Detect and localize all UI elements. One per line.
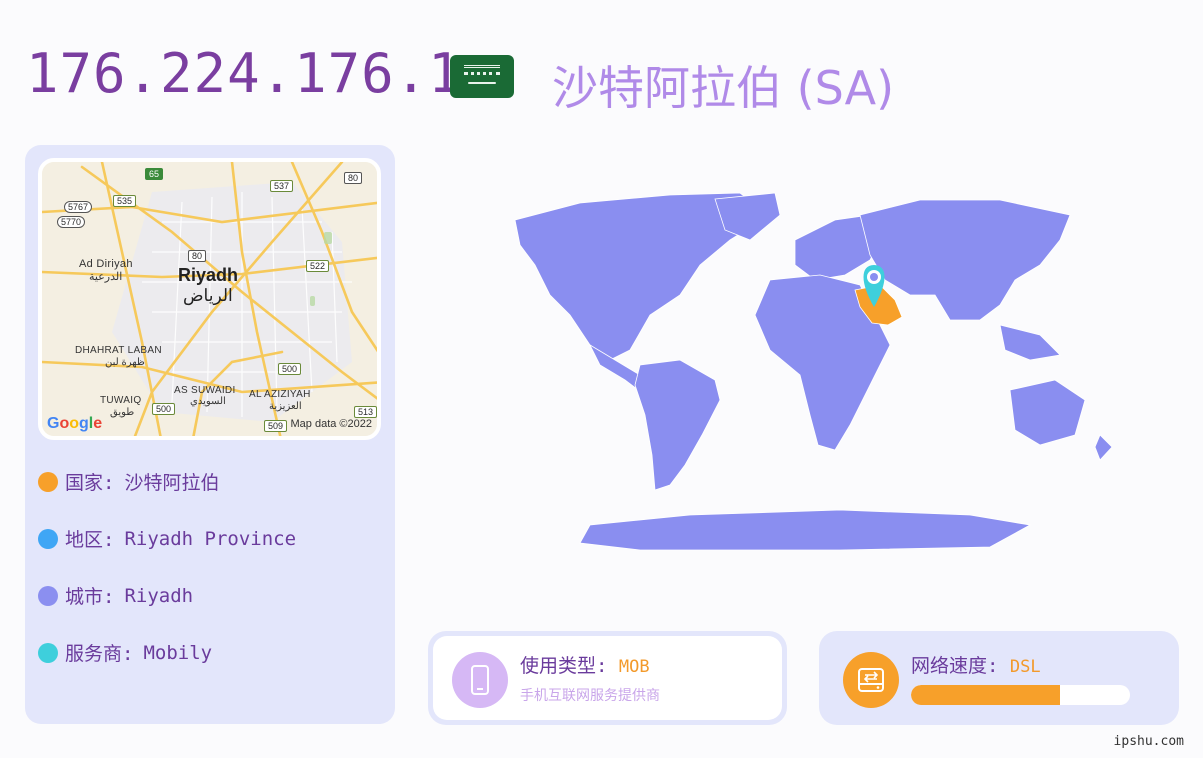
place-label: TUWAIQ bbox=[100, 395, 142, 406]
info-value: 沙特阿拉伯 bbox=[124, 472, 220, 494]
info-region: 地区: Riyadh Province bbox=[38, 525, 296, 552]
city-label-ar: الرياض bbox=[183, 286, 233, 305]
usage-type-title: 使用类型: MOB bbox=[520, 651, 650, 678]
site-watermark: ipshu.com bbox=[1113, 734, 1184, 749]
world-map bbox=[514, 192, 1113, 551]
ip-address: 176.224.176.1 bbox=[26, 42, 462, 105]
location-card: 65 537 80 5767 535 5770 80 522 500 500 5… bbox=[25, 145, 395, 724]
place-label-ar: ظهرة لبن bbox=[105, 357, 145, 368]
purple-dot-icon bbox=[38, 585, 58, 606]
info-label: 国家: bbox=[65, 472, 115, 494]
mobile-phone-icon bbox=[452, 652, 508, 708]
info-value: Riyadh Province bbox=[124, 527, 297, 550]
info-value: Riyadh bbox=[124, 584, 194, 607]
speed-progress-bar bbox=[911, 685, 1130, 705]
road-shield: 80 bbox=[188, 250, 207, 262]
place-label: Ad Diriyah bbox=[79, 258, 133, 270]
net-speed-value: DSL bbox=[1009, 657, 1041, 677]
usage-type-card: 使用类型: MOB 手机互联网服务提供商 bbox=[428, 631, 787, 725]
usage-type-description: 手机互联网服务提供商 bbox=[520, 688, 660, 704]
place-label-ar: العزيزية bbox=[269, 401, 302, 412]
country-title: 沙特阿拉伯 (SA) bbox=[552, 61, 895, 115]
info-value: Mobily bbox=[143, 641, 213, 664]
usage-type-label: 使用类型: bbox=[520, 655, 608, 677]
place-label: AS SUWAIDI bbox=[174, 385, 236, 396]
road-shield: 535 bbox=[113, 195, 137, 207]
info-isp: 服务商: Mobily bbox=[38, 639, 212, 666]
info-city: 城市: Riyadh bbox=[38, 582, 193, 609]
info-label: 地区: bbox=[65, 529, 115, 551]
road-shield: 522 bbox=[306, 260, 330, 272]
net-speed-title: 网络速度: DSL bbox=[911, 651, 1041, 678]
net-speed-card: 网络速度: DSL bbox=[819, 631, 1179, 725]
google-logo: Google bbox=[47, 415, 103, 432]
place-label-ar: الدرعية bbox=[89, 271, 123, 283]
road-shield: 65 bbox=[145, 168, 164, 180]
city-label: Riyadh bbox=[178, 265, 239, 285]
place-label-ar: طويق bbox=[110, 407, 135, 418]
road-shield: 80 bbox=[344, 172, 363, 184]
info-label: 城市: bbox=[65, 586, 115, 608]
flag-sword-mark bbox=[468, 82, 496, 84]
place-label: DHAHRAT LABAN bbox=[75, 345, 162, 356]
info-label: 服务商: bbox=[65, 643, 134, 665]
place-label-ar: السويدي bbox=[190, 396, 226, 407]
network-drive-icon bbox=[843, 652, 899, 708]
road-shield: 5770 bbox=[57, 216, 86, 228]
info-country: 国家: 沙特阿拉伯 bbox=[38, 468, 219, 495]
speed-progress-fill bbox=[911, 685, 1060, 705]
map-credit: Map data ©2022 bbox=[290, 418, 373, 430]
road-shield: 500 bbox=[152, 403, 176, 415]
usage-type-value: MOB bbox=[618, 657, 650, 677]
orange-dot-icon bbox=[38, 471, 58, 492]
road-shield: 537 bbox=[270, 180, 294, 192]
saudi-arabia-flag-icon bbox=[450, 55, 514, 98]
road-shield: 5767 bbox=[64, 201, 93, 213]
place-label: AL AZIZIYAH bbox=[249, 389, 311, 400]
cyan-dot-icon bbox=[38, 642, 58, 663]
road-shield: 513 bbox=[354, 406, 377, 418]
flag-script-mark bbox=[464, 65, 500, 75]
road-shield: 509 bbox=[264, 420, 288, 432]
net-speed-label: 网络速度: bbox=[911, 655, 999, 677]
city-map[interactable]: 65 537 80 5767 535 5770 80 522 500 500 5… bbox=[38, 158, 381, 440]
blue-dot-icon bbox=[38, 528, 58, 549]
road-shield: 500 bbox=[278, 363, 302, 375]
